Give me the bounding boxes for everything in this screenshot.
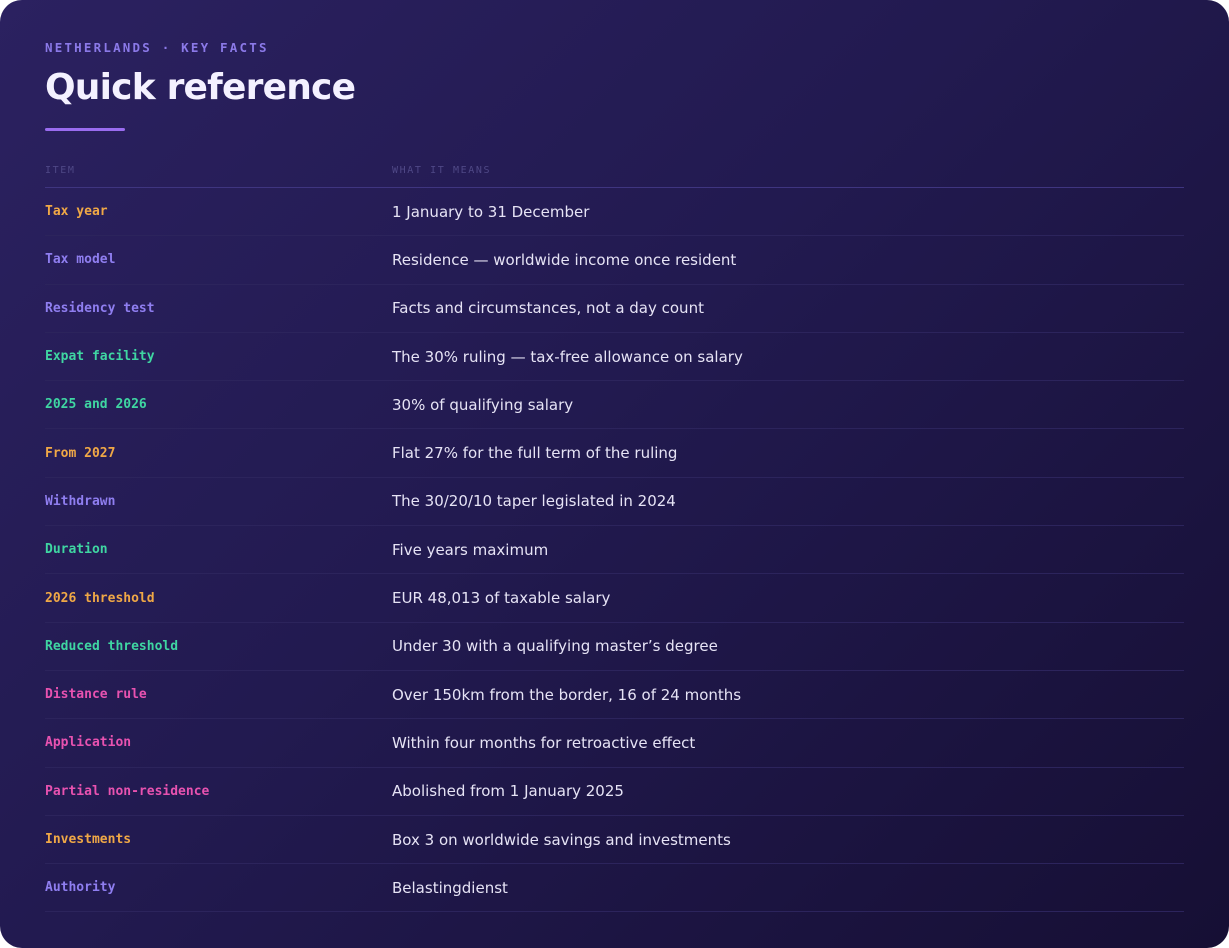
reference-card: NETHERLANDS · KEY FACTS Quick reference … — [0, 0, 1229, 948]
table-row: 2025 and 2026 30% of qualifying salary — [45, 381, 1184, 430]
row-item-label: Investments — [45, 832, 132, 847]
table-row: From 2027 Flat 27% for the full term of t… — [45, 429, 1184, 478]
row-meaning-text: Box 3 on worldwide savings and investmen… — [392, 830, 731, 849]
row-item-label: Expat facility — [45, 349, 155, 365]
row-item-label: Distance rule — [45, 687, 147, 703]
row-item-label: Residency test — [45, 300, 155, 316]
title-accent-divider — [45, 128, 125, 131]
page-title: Quick reference — [45, 67, 356, 108]
row-item-label: Withdrawn — [45, 493, 116, 509]
table-row: Tax year 1 January to 31 December — [45, 188, 1184, 237]
column-header-meaning: WHAT IT MEANS — [392, 165, 492, 176]
row-item-label: Tax year — [45, 204, 108, 220]
row-item-label: Partial non-residence — [45, 783, 210, 799]
row-meaning-text: Flat 27% for the full term of the ruling — [392, 444, 678, 463]
row-meaning-text: Over 150km from the border, 16 of 24 mon… — [392, 685, 742, 704]
row-meaning-text: The 30/20/10 taper legislated in 2024 — [392, 492, 676, 511]
row-item-label: Reduced threshold — [45, 638, 179, 654]
facts-table: ITEM WHAT IT MEANS Tax year 1 January to … — [45, 161, 1184, 913]
table-row: Investments Box 3 on worldwide savings an… — [45, 816, 1184, 865]
table-row: Residency test Facts and circumstances, n… — [45, 285, 1184, 333]
table-body: Tax year 1 January to 31 December Tax mode… — [45, 188, 1184, 913]
table-row: 2026 threshold EUR 48,013 of taxable sala… — [45, 574, 1184, 623]
row-meaning-text: Under 30 with a qualifying master’s degr… — [392, 637, 718, 656]
table-row: Expat facility The 30% ruling — tax-free … — [45, 333, 1184, 382]
row-meaning-text: EUR 48,013 of taxable salary — [392, 589, 611, 608]
row-item-label: 2025 and 2026 — [45, 397, 147, 413]
row-meaning-text: The 30% ruling — tax-free allowance on s… — [392, 347, 743, 366]
row-meaning-text: 1 January to 31 December — [392, 202, 590, 221]
table-row: Application Within four months for retroa… — [45, 719, 1184, 768]
table-row: Distance rule Over 150km from the border,… — [45, 671, 1184, 720]
row-meaning-text: Abolished from 1 January 2025 — [392, 782, 624, 801]
table-row: Tax model Residence — worldwide income on… — [45, 236, 1184, 285]
table-row: Duration Five years maximum — [45, 526, 1184, 575]
row-meaning-text: Five years maximum — [392, 540, 549, 559]
row-item-label: Authority — [45, 880, 116, 896]
eyebrow-label: NETHERLANDS · KEY FACTS — [45, 40, 269, 55]
row-meaning-text: Residence — worldwide income once reside… — [392, 250, 737, 269]
row-item-label: Application — [45, 735, 132, 751]
row-item-label: Duration — [45, 542, 108, 558]
row-meaning-text: Facts and circumstances, not a day count — [392, 299, 704, 318]
table-row: Reduced threshold Under 30 with a qualify… — [45, 623, 1184, 671]
table-row: Withdrawn The 30/20/10 taper legislated i… — [45, 478, 1184, 527]
table-row: Partial non-residence Abolished from 1 Ja… — [45, 768, 1184, 816]
column-header-item: ITEM — [45, 165, 76, 176]
table-header: ITEM WHAT IT MEANS — [45, 161, 1184, 188]
row-item-label: Tax model — [45, 252, 116, 268]
table-row: Authority Belastingdienst — [45, 864, 1184, 913]
row-item-label: 2026 threshold — [45, 590, 155, 606]
row-meaning-text: 30% of qualifying salary — [392, 395, 574, 414]
row-item-label: From 2027 — [45, 445, 116, 461]
row-meaning-text: Within four months for retroactive effec… — [392, 733, 696, 752]
row-meaning-text: Belastingdienst — [392, 878, 508, 897]
